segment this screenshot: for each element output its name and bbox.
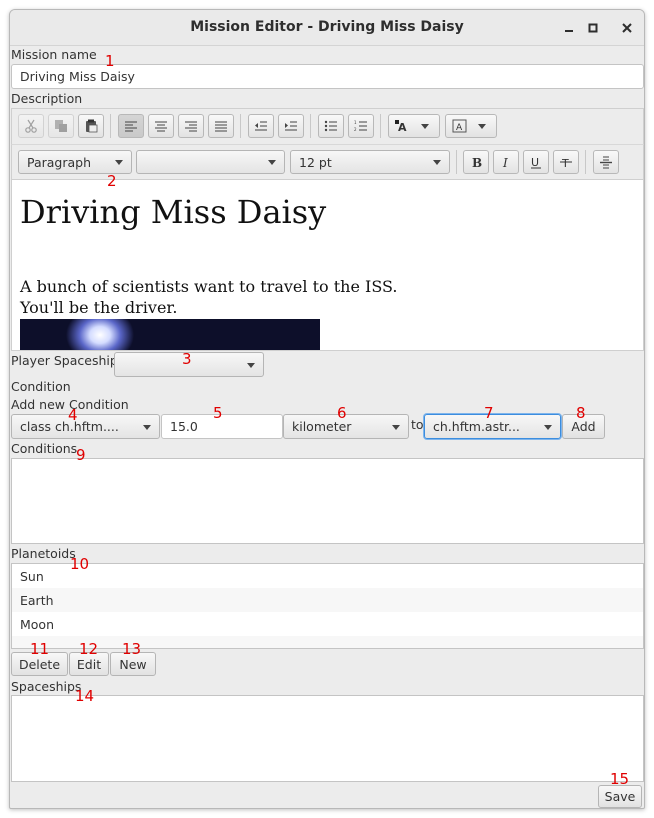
space-image bbox=[20, 319, 320, 350]
svg-text:A: A bbox=[398, 121, 407, 133]
target-value: ch.hftm.astr... bbox=[433, 419, 520, 434]
to-label: to bbox=[411, 417, 424, 432]
annotation-8: 8 bbox=[576, 404, 586, 422]
list-item[interactable]: Earth bbox=[12, 588, 643, 612]
toolbar-separator bbox=[310, 114, 311, 138]
chevron-down-icon bbox=[392, 424, 400, 430]
window-title: Mission Editor - Driving Miss Daisy bbox=[190, 19, 464, 35]
mission-editor-window: Mission Editor - Driving Miss Daisy Miss… bbox=[9, 9, 645, 809]
svg-text:T: T bbox=[561, 157, 569, 169]
annotation-4: 4 bbox=[68, 406, 78, 424]
spaceships-label: Spaceships bbox=[11, 679, 82, 694]
toolbar-separator bbox=[456, 150, 457, 174]
annotation-11: 11 bbox=[30, 640, 50, 658]
planetoids-list[interactable]: Sun Earth Moon bbox=[11, 563, 644, 649]
chevron-down-icon bbox=[143, 424, 151, 430]
align-justify-icon[interactable] bbox=[208, 114, 234, 138]
align-center-icon[interactable] bbox=[148, 114, 174, 138]
annotation-7: 7 bbox=[484, 404, 494, 422]
chevron-down-icon bbox=[115, 160, 123, 165]
svg-text:U: U bbox=[531, 156, 539, 169]
description-heading: Driving Miss Daisy bbox=[20, 193, 327, 231]
svg-text:B: B bbox=[472, 156, 482, 169]
horizontal-rule-icon[interactable] bbox=[593, 150, 619, 174]
description-editor[interactable]: Driving Miss Daisy A bunch of scientists… bbox=[11, 180, 644, 351]
close-icon[interactable] bbox=[617, 18, 637, 38]
chevron-down-icon bbox=[544, 424, 552, 430]
toolbar-separator bbox=[110, 114, 111, 138]
font-size-select[interactable]: 12 pt bbox=[290, 150, 450, 174]
description-line-1: A bunch of scientists want to travel to … bbox=[20, 277, 398, 296]
conditions-list[interactable] bbox=[11, 458, 644, 544]
bold-icon[interactable]: B bbox=[463, 150, 489, 174]
italic-icon[interactable]: I bbox=[493, 150, 519, 174]
background-color-icon[interactable]: A bbox=[445, 114, 497, 138]
chevron-down-icon bbox=[247, 362, 255, 368]
player-spaceship-label: Player Spaceship bbox=[11, 353, 118, 368]
toolbar-separator bbox=[585, 150, 586, 174]
annotation-1: 1 bbox=[105, 52, 115, 70]
minimize-icon[interactable] bbox=[559, 18, 579, 38]
font-family-select[interactable] bbox=[136, 150, 285, 174]
svg-text:I: I bbox=[502, 156, 508, 169]
condition-label: Condition bbox=[11, 379, 71, 394]
chevron-down-icon bbox=[433, 160, 441, 165]
underline-icon[interactable]: U bbox=[523, 150, 549, 174]
annotation-5: 5 bbox=[213, 404, 223, 422]
indent-icon[interactable] bbox=[278, 114, 304, 138]
annotation-12: 12 bbox=[79, 640, 99, 658]
svg-text:A: A bbox=[456, 123, 463, 133]
annotation-15: 15 bbox=[610, 770, 630, 788]
align-left-icon[interactable] bbox=[118, 114, 144, 138]
numbered-list-icon[interactable]: 12 bbox=[348, 114, 374, 138]
maximize-icon[interactable] bbox=[583, 18, 603, 38]
toolbar-separator bbox=[380, 114, 381, 138]
annotation-3: 3 bbox=[182, 350, 192, 368]
description-line-2: You'll be the driver. bbox=[20, 298, 178, 317]
bullet-list-icon[interactable] bbox=[318, 114, 344, 138]
title-bar: Mission Editor - Driving Miss Daisy bbox=[10, 10, 644, 46]
save-button[interactable]: Save bbox=[598, 785, 642, 808]
spaceships-list[interactable] bbox=[11, 695, 644, 782]
condition-class-select[interactable]: class ch.hftm.... bbox=[11, 414, 160, 439]
annotation-13: 13 bbox=[122, 640, 142, 658]
align-right-icon[interactable] bbox=[178, 114, 204, 138]
svg-text:2: 2 bbox=[354, 127, 357, 132]
strikethrough-icon[interactable]: T bbox=[553, 150, 579, 174]
mission-name-label: Mission name bbox=[11, 47, 97, 62]
conditions-label: Conditions bbox=[11, 441, 78, 456]
paragraph-format-select[interactable]: Paragraph bbox=[18, 150, 132, 174]
list-item[interactable]: Moon bbox=[12, 612, 643, 636]
annotation-14: 14 bbox=[75, 687, 95, 705]
description-label: Description bbox=[11, 91, 83, 106]
cut-icon[interactable] bbox=[18, 114, 44, 138]
paragraph-format-value: Paragraph bbox=[27, 154, 92, 170]
list-item-empty bbox=[12, 636, 643, 648]
outdent-icon[interactable] bbox=[248, 114, 274, 138]
annotation-9: 9 bbox=[76, 446, 86, 464]
toolbar-separator bbox=[240, 114, 241, 138]
font-size-value: 12 pt bbox=[299, 154, 332, 170]
svg-text:1: 1 bbox=[354, 120, 357, 125]
list-item[interactable]: Sun bbox=[12, 564, 643, 588]
copy-icon[interactable] bbox=[48, 114, 74, 138]
annotation-2: 2 bbox=[107, 172, 117, 190]
chevron-down-icon bbox=[268, 160, 276, 165]
text-color-icon[interactable]: A bbox=[388, 114, 440, 138]
paste-icon[interactable] bbox=[78, 114, 104, 138]
planetoids-label: Planetoids bbox=[11, 546, 76, 561]
annotation-10: 10 bbox=[70, 555, 90, 573]
annotation-6: 6 bbox=[337, 404, 347, 422]
